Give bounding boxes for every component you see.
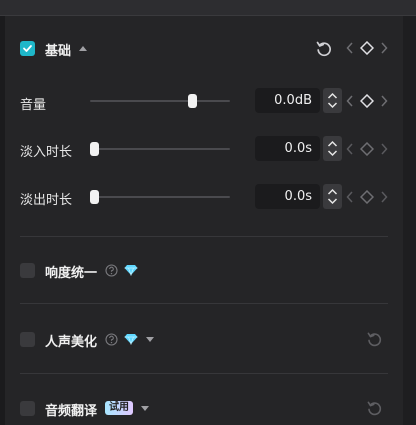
audio-translate-checkbox[interactable]	[20, 401, 35, 416]
scrollbar[interactable]	[403, 16, 416, 425]
fade-in-label: 淡入时长	[20, 145, 73, 160]
vip-gem-icon	[124, 334, 138, 345]
fade-out-value: 0.0s	[284, 189, 312, 204]
trial-badge: 试用	[105, 401, 133, 415]
reset-icon[interactable]	[315, 40, 333, 58]
audio-basic-panel	[5, 16, 403, 425]
fade-in-slider-thumb[interactable]	[90, 142, 99, 156]
help-icon[interactable]	[105, 264, 118, 277]
reset-icon[interactable]	[366, 400, 383, 417]
fade-out-label: 淡出时长	[20, 193, 73, 208]
volume-value: 0.0dB	[274, 93, 312, 108]
fade-in-slider-track[interactable]	[90, 148, 230, 150]
keyframe-diamond-icon[interactable]	[360, 142, 374, 156]
volume-slider-thumb[interactable]	[188, 94, 197, 108]
voice-enhance-label: 人声美化	[45, 335, 98, 350]
basic-section-title: 基础	[45, 44, 72, 59]
check-icon	[23, 45, 32, 52]
fade-out-value-field[interactable]: 0.0s	[255, 184, 320, 209]
loudness-norm-checkbox[interactable]	[20, 263, 35, 278]
fade-in-stepper[interactable]	[323, 136, 342, 161]
keyframe-diamond-icon[interactable]	[360, 190, 374, 204]
section-divider	[20, 303, 388, 304]
fade-in-value-field[interactable]: 0.0s	[255, 136, 320, 161]
volume-slider-track[interactable]	[90, 100, 230, 102]
next-keyframe-icon[interactable]	[380, 42, 388, 54]
prev-keyframe-icon[interactable]	[346, 42, 354, 54]
caret-up-icon[interactable]	[78, 45, 88, 52]
loudness-norm-label: 响度统一	[45, 266, 98, 281]
caret-down-icon[interactable]	[140, 405, 150, 412]
volume-stepper[interactable]	[323, 88, 342, 113]
top-bar	[0, 0, 416, 16]
audio-translate-label: 音频翻译	[45, 404, 98, 419]
fade-in-value: 0.0s	[284, 141, 312, 156]
fade-out-stepper[interactable]	[323, 184, 342, 209]
caret-down-icon[interactable]	[145, 336, 155, 343]
next-keyframe-icon[interactable]	[380, 143, 388, 155]
reset-icon[interactable]	[366, 331, 383, 348]
prev-keyframe-icon[interactable]	[346, 143, 354, 155]
stepper-arrows-icon	[327, 140, 338, 157]
fade-out-slider-track[interactable]	[90, 196, 230, 198]
fade-out-slider-thumb[interactable]	[90, 190, 99, 204]
voice-enhance-checkbox[interactable]	[20, 332, 35, 347]
basic-checkbox[interactable]	[20, 41, 35, 56]
volume-value-field[interactable]: 0.0dB	[255, 88, 320, 113]
prev-keyframe-icon[interactable]	[346, 191, 354, 203]
help-icon[interactable]	[105, 333, 118, 346]
vip-gem-icon	[124, 265, 138, 276]
volume-label: 音量	[20, 98, 47, 113]
prev-keyframe-icon[interactable]	[346, 95, 354, 107]
section-divider	[20, 236, 388, 237]
stepper-arrows-icon	[327, 188, 338, 205]
stepper-arrows-icon	[327, 92, 338, 109]
section-divider	[20, 373, 388, 374]
next-keyframe-icon[interactable]	[380, 95, 388, 107]
keyframe-diamond-icon[interactable]	[360, 41, 374, 55]
keyframe-diamond-icon[interactable]	[360, 94, 374, 108]
next-keyframe-icon[interactable]	[380, 191, 388, 203]
